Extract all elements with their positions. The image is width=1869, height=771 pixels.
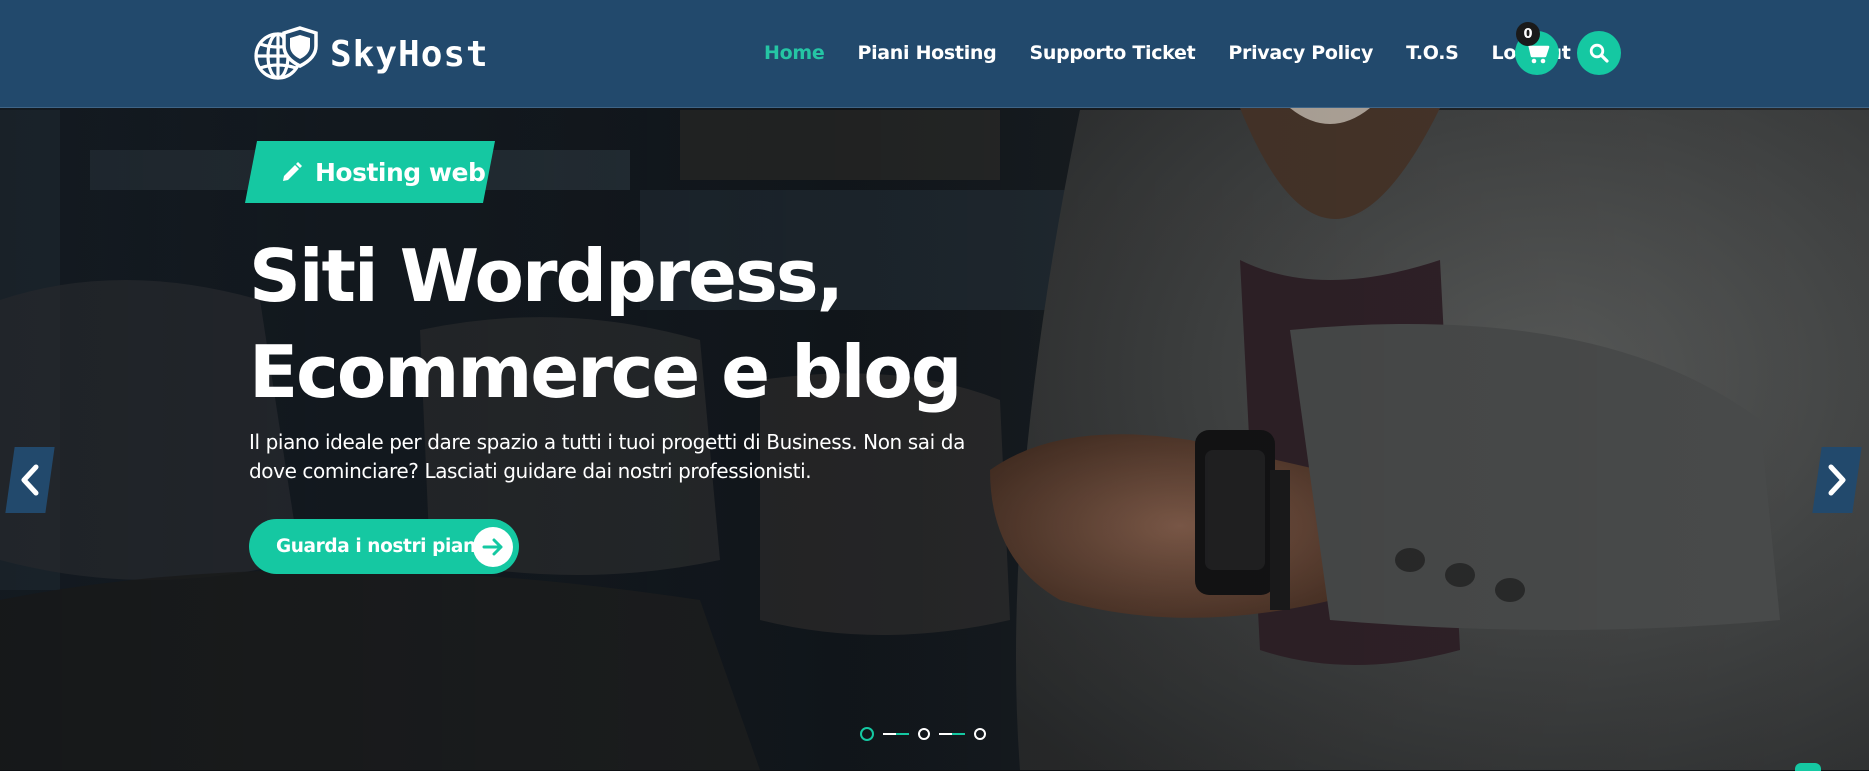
nav-item-supporto-ticket[interactable]: Supporto Ticket	[1029, 40, 1195, 66]
search-icon	[1589, 43, 1609, 63]
site-header: SkyHost Home Piani Hosting Supporto Tick…	[0, 0, 1869, 108]
hero-badge-label: Hosting web	[315, 157, 486, 187]
cart-count-badge: 0	[1516, 22, 1540, 46]
search-button[interactable]	[1577, 31, 1621, 75]
arrow-circle	[473, 527, 513, 567]
globe-shield-logo-icon	[254, 26, 318, 80]
hero-category-badge: Hosting web	[245, 141, 495, 203]
chevron-left-icon	[21, 464, 39, 496]
nav-item-tos[interactable]: T.O.S	[1406, 40, 1459, 66]
slider-dot-3[interactable]	[974, 728, 986, 740]
slider-dot-1[interactable]	[860, 727, 874, 741]
slider-dot-2[interactable]	[918, 728, 930, 740]
slider-dot-connector	[883, 733, 909, 735]
nav-item-piani-hosting[interactable]: Piani Hosting	[857, 40, 996, 66]
main-nav: Home Piani Hosting Supporto Ticket Priva…	[764, 40, 1571, 66]
chevron-right-icon	[1828, 464, 1846, 496]
brand-name: SkyHost	[330, 33, 489, 75]
hero-title-line-2: Ecommerce e blog	[249, 330, 962, 414]
view-plans-label: Guarda i nostri piani	[276, 536, 482, 557]
pencil-icon	[281, 161, 303, 183]
slider-dot-connector	[939, 733, 965, 735]
slider-pagination	[860, 725, 986, 743]
nav-item-home[interactable]: Home	[764, 40, 825, 66]
nav-item-privacy-policy[interactable]: Privacy Policy	[1228, 40, 1373, 66]
hero-description: Il piano ideale per dare spazio a tutti …	[249, 430, 965, 483]
view-plans-button[interactable]: Guarda i nostri piani	[249, 519, 519, 574]
hero-title: Siti Wordpress, Ecommerce e blog	[249, 228, 962, 420]
brand-logo[interactable]: SkyHost	[252, 26, 489, 82]
hero-title-line-1: Siti Wordpress,	[249, 234, 844, 318]
arrow-right-icon	[482, 538, 503, 556]
